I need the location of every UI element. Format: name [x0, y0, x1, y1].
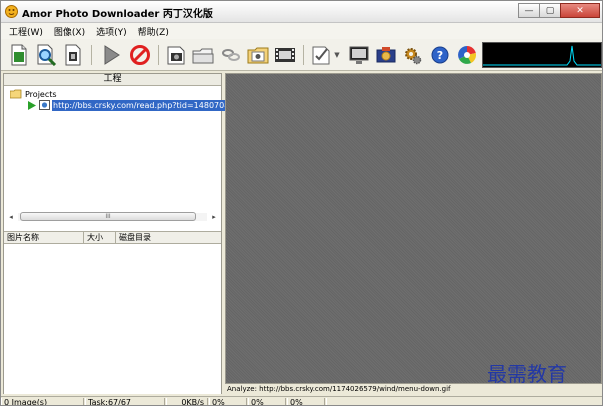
watermark-text: 最需教育 — [487, 362, 567, 386]
edit-dropdown-button[interactable]: ▼ — [332, 43, 342, 67]
minimize-button[interactable]: — — [518, 3, 540, 18]
status-image-count: 0 Image(s) — [1, 398, 84, 405]
bandwidth-graph — [482, 42, 602, 68]
tree-item-url-label: http://bbs.crsky.com/read.php?tid=148070… — [52, 99, 231, 111]
projects-folder-icon — [10, 89, 22, 99]
folder-icon — [192, 48, 214, 64]
properties-button[interactable] — [61, 43, 85, 67]
toolbar-separator — [158, 45, 159, 65]
toolbar-separator — [303, 45, 304, 65]
status-bar: 0 Image(s) Task:67/67 0KB/s 0% 0% 0% — [1, 396, 602, 405]
image-preview — [225, 73, 602, 384]
about-button[interactable] — [455, 43, 479, 67]
title-bar[interactable]: Amor Photo Downloader 丙丁汉化版 — ▢ ✕ — [1, 1, 602, 23]
menu-bar: 工程(W) 图像(X) 选项(Y) 帮助(Z) — [1, 23, 602, 39]
help-icon: ? — [431, 46, 449, 64]
monitor-icon — [349, 46, 369, 64]
search-button[interactable] — [34, 43, 58, 67]
tree-root-label: Projects — [25, 89, 57, 99]
column-size[interactable]: 大小 — [84, 232, 116, 244]
menu-help[interactable]: 帮助(Z) — [138, 25, 169, 38]
image-folder-icon — [247, 47, 269, 64]
tree-item-url[interactable]: http://bbs.crsky.com/read.php?tid=148070… — [28, 99, 231, 111]
menu-project[interactable]: 工程(W) — [9, 25, 43, 38]
maximize-button[interactable]: ▢ — [539, 3, 561, 18]
window-controls: — ▢ ✕ — [518, 3, 600, 18]
status-extra — [326, 398, 602, 405]
chevron-down-icon: ▼ — [334, 51, 340, 59]
filmstrip-button[interactable] — [273, 43, 297, 67]
help-button[interactable]: ? — [428, 43, 452, 67]
project-tree-scrollbar[interactable]: ◂ III ▸ — [6, 212, 219, 222]
status-speed: 0KB/s — [166, 398, 208, 405]
camera-download-icon — [167, 46, 185, 65]
filmstrip-icon — [275, 48, 295, 62]
document-gear-icon — [65, 44, 81, 66]
close-button[interactable]: ✕ — [560, 3, 600, 18]
app-logo-icon — [5, 5, 18, 18]
checklist-icon — [312, 46, 330, 65]
magnifier-icon — [37, 44, 57, 66]
status-task: Task:67/67 — [85, 398, 165, 405]
gallery-button[interactable] — [246, 43, 270, 67]
project-pane: 工程 Projects http://bbs.crsky.com/read.ph… — [3, 73, 231, 394]
image-list[interactable] — [4, 244, 221, 394]
play-icon — [104, 45, 120, 65]
new-project-button[interactable] — [7, 43, 31, 67]
open-folder-button[interactable] — [191, 43, 215, 67]
scroll-thumb[interactable]: III — [20, 212, 196, 221]
bandwidth-graph-line — [483, 45, 601, 66]
settings-button[interactable] — [401, 43, 425, 67]
new-document-icon — [11, 44, 27, 66]
scroll-right-icon[interactable]: ▸ — [209, 212, 219, 222]
webpage-icon — [39, 100, 50, 110]
image-list-header: 图片名称 大小 磁盘目录 — [4, 231, 221, 244]
download-button[interactable] — [164, 43, 188, 67]
svg-text:?: ? — [437, 49, 443, 62]
menu-image[interactable]: 图像(X) — [54, 25, 85, 38]
column-disk-directory[interactable]: 磁盘目录 — [116, 232, 206, 244]
slideshow-button[interactable] — [347, 43, 371, 67]
stop-icon — [130, 45, 150, 65]
start-button[interactable] — [99, 43, 123, 67]
camera-icon — [376, 47, 396, 63]
toolbar-separator — [91, 45, 92, 65]
scroll-left-icon[interactable]: ◂ — [6, 212, 16, 222]
chain-icon — [222, 49, 240, 61]
color-wheel-icon — [458, 45, 477, 64]
maximize-icon: ▢ — [545, 5, 555, 16]
project-tree: Projects http://bbs.crsky.com/read.php?t… — [4, 86, 231, 213]
close-icon: ✕ — [576, 5, 584, 16]
minimize-icon: — — [524, 5, 534, 16]
window-title: Amor Photo Downloader 丙丁汉化版 — [22, 9, 213, 20]
image-margin — [603, 0, 609, 406]
play-status-icon — [28, 100, 36, 110]
toolbar: ▼ ? — [1, 39, 602, 71]
stop-button[interactable] — [128, 43, 152, 67]
menu-options[interactable]: 选项(Y) — [96, 25, 127, 38]
project-pane-header: 工程 — [4, 74, 221, 86]
gears-icon — [405, 48, 422, 65]
capture-button[interactable] — [374, 43, 398, 67]
links-button[interactable] — [219, 43, 243, 67]
status-percent-1: 0% — [209, 398, 247, 405]
column-image-name[interactable]: 图片名称 — [4, 232, 84, 244]
status-percent-2: 0% — [248, 398, 286, 405]
status-percent-3: 0% — [287, 398, 325, 405]
edit-button[interactable] — [309, 43, 333, 67]
app-window: Amor Photo Downloader 丙丁汉化版 — ▢ ✕ 工程(W) … — [0, 0, 603, 406]
